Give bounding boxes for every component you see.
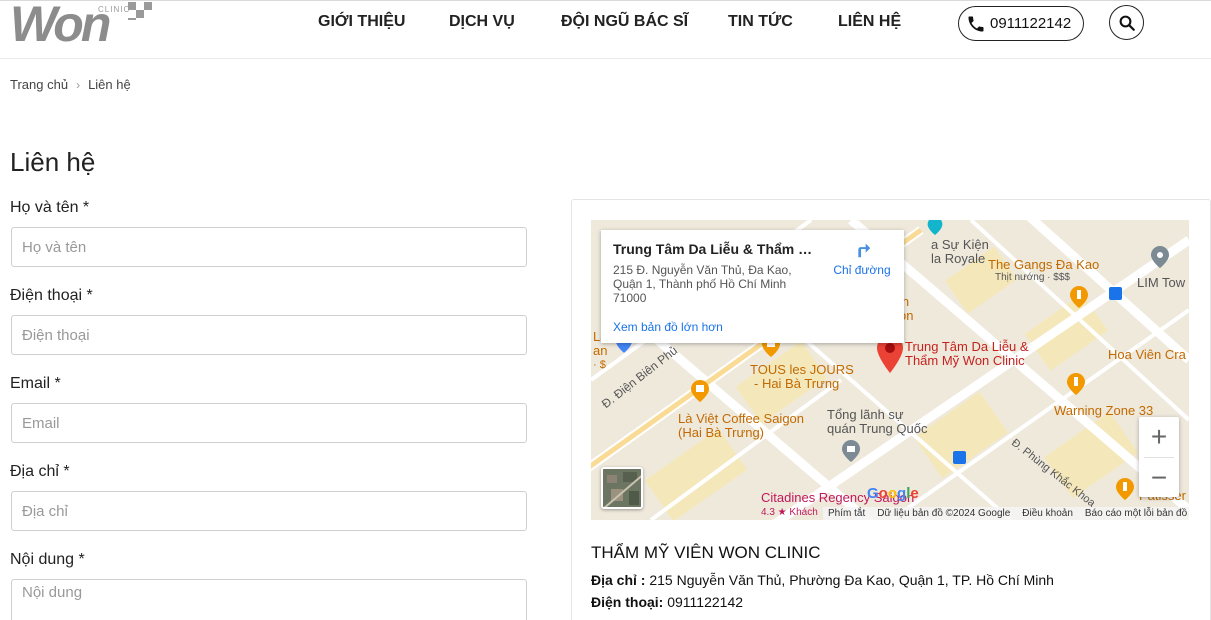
breadcrumb-current: Liên hệ <box>88 77 131 92</box>
nav-item-gioi-thieu[interactable]: GIỚI THIỆU <box>318 13 405 31</box>
map-data-credit: Dữ liệu bản đồ ©2024 Google <box>877 508 1011 519</box>
map-label-thit-nuong: Thịt nướng · $$$ <box>995 272 1070 283</box>
map-label-rating: 4.3 ★ Khách <box>761 507 818 518</box>
map-info-title: Trung Tâm Da Liễu & Thẩm M... <box>613 241 813 257</box>
page-title: Liên hệ <box>10 147 96 177</box>
email-input[interactable]: Email <box>11 403 527 443</box>
address-input[interactable]: Địa chỉ <box>11 491 527 531</box>
logo[interactable]: Won CLINIC <box>10 0 152 52</box>
zoom-out-button[interactable]: − <box>1139 458 1179 498</box>
hotline-button[interactable]: 0911122142 <box>958 6 1084 41</box>
name-label: Họ và tên * <box>10 199 90 216</box>
map-label-hoa-vien: Hoa Viên Cra <box>1108 347 1186 362</box>
map-label-la-viet-2: (Hai Bà Trưng) <box>678 425 765 440</box>
cafe-marker-icon[interactable] <box>691 380 709 402</box>
place-marker-icon[interactable] <box>1151 246 1169 268</box>
address-placeholder: Địa chỉ <box>22 502 68 520</box>
clinic-address: 215 Nguyễn Văn Thủ, Phường Đa Kao, Quận … <box>649 572 1054 588</box>
map-label-tous-1: TOUS les JOURS <box>750 362 854 377</box>
larger-map-link[interactable]: Xem bản đồ lớn hơn <box>613 320 723 334</box>
map-info-address: 215 Đ. Nguyễn Văn Thủ, Đa Kao, Quận 1, T… <box>613 263 792 305</box>
contact-info-card: a Sự Kiện la Royale The Gangs Đa Kao Thị… <box>571 199 1211 620</box>
directions-label: Chỉ đường <box>833 263 891 277</box>
map-label-tong-lanh-su-2: quán Trung Quốc <box>827 421 928 436</box>
map-label-su-kien: a Sự Kiện <box>931 237 989 252</box>
clinic-name: THẨM MỸ VIÊN WON CLINIC <box>591 543 821 562</box>
logo-checker-icon <box>128 2 154 20</box>
map-info-window: Trung Tâm Da Liễu & Thẩm M... 215 Đ. Ngu… <box>601 230 904 343</box>
bus-stop-icon[interactable] <box>953 451 966 464</box>
restaurant-marker-icon[interactable] <box>1116 478 1134 500</box>
site-header: Won CLINIC GIỚI THIỆU DỊCH VỤ ĐỘI NGŨ BÁ… <box>0 0 1211 59</box>
chevron-right-icon: › <box>76 77 81 92</box>
map-label-tous-2: - Hai Bà Trưng <box>754 376 840 391</box>
map-label-clinic-2: Thẩm Mỹ Won Clinic <box>905 353 1025 368</box>
nav-item-doi-ngu-bac-si[interactable]: ĐỘI NGŨ BÁC SĨ <box>561 13 688 31</box>
clinic-address-row: Địa chỉ : 215 Nguyễn Văn Thủ, Phường Đa … <box>591 572 1054 588</box>
restaurant-marker-icon[interactable] <box>1070 286 1088 308</box>
satellite-thumbnail-icon <box>603 469 641 507</box>
name-placeholder: Họ và tên <box>22 238 87 256</box>
restaurant-marker-icon[interactable] <box>1067 373 1085 395</box>
bus-stop-icon[interactable] <box>1109 287 1122 300</box>
embassy-marker-icon[interactable] <box>842 440 860 462</box>
map-label-an: an <box>593 343 608 358</box>
map-label-gangs: The Gangs Đa Kao <box>988 257 1100 272</box>
address-label: Địa chỉ * <box>10 463 70 480</box>
directions-button[interactable]: Chỉ đường <box>827 238 897 277</box>
phone-icon <box>968 16 984 31</box>
map-label-dollar: · $ <box>593 359 606 371</box>
nav-item-lien-he[interactable]: LIÊN HỆ <box>838 13 901 31</box>
logo-subtitle: CLINIC <box>98 5 131 14</box>
message-textarea[interactable]: Nội dung <box>11 579 527 620</box>
clinic-phone[interactable]: 0911122142 <box>667 594 743 610</box>
message-label: Nội dung * <box>10 551 85 568</box>
map-label-royale: la Royale <box>931 251 986 266</box>
email-label: Email * <box>10 375 61 392</box>
directions-icon <box>858 243 871 258</box>
logo-wordmark: Won <box>10 0 111 52</box>
google-logo: Google <box>867 485 919 502</box>
map-zoom-controls: + − <box>1139 417 1179 497</box>
search-icon <box>1119 15 1135 31</box>
map-label-clinic-1: Trung Tâm Da Liễu & <box>905 339 1029 354</box>
zoom-in-button[interactable]: + <box>1139 417 1179 457</box>
name-input[interactable]: Họ và tên <box>11 227 527 267</box>
google-map[interactable]: a Sự Kiện la Royale The Gangs Đa Kao Thị… <box>591 220 1189 520</box>
message-placeholder: Nội dung <box>22 584 83 601</box>
map-label-lim: LIM Tow <box>1137 275 1186 290</box>
map-label-warning: Warning Zone 33 <box>1054 403 1154 418</box>
nav-item-dich-vu[interactable]: DỊCH VỤ <box>449 13 515 31</box>
place-marker-icon[interactable] <box>927 220 943 235</box>
clinic-phone-label: Điện thoại: <box>591 594 664 610</box>
map-terms-link[interactable]: Điều khoản <box>1022 508 1073 519</box>
map-attribution: Phím tắt Dữ liệu bản đồ ©2024 Google Điề… <box>823 507 1189 520</box>
map-label-tong-lanh-su-1: Tổng lãnh sự <box>827 407 904 422</box>
nav-item-tin-tuc[interactable]: TIN TỨC <box>728 13 793 31</box>
map-report-link[interactable]: Báo cáo một lỗi bản đồ <box>1085 508 1187 519</box>
clinic-address-label: Địa chỉ : <box>591 572 646 588</box>
email-placeholder: Email <box>22 414 60 432</box>
map-label-la-viet-1: Là Việt Coffee Saigon <box>678 411 805 426</box>
breadcrumb-home[interactable]: Trang chủ <box>10 77 68 92</box>
satellite-toggle-button[interactable] <box>601 467 643 509</box>
map-shortcuts-link[interactable]: Phím tắt <box>828 508 865 519</box>
breadcrumb: Trang chủ › Liên hệ <box>10 77 131 92</box>
search-button[interactable] <box>1109 5 1144 40</box>
phone-input[interactable]: Điện thoại <box>11 315 527 355</box>
hotline-number: 0911122142 <box>990 15 1072 32</box>
phone-label: Điện thoại * <box>10 287 93 304</box>
clinic-phone-row: Điện thoại: 0911122142 <box>591 594 743 610</box>
phone-placeholder: Điện thoại <box>22 326 90 344</box>
